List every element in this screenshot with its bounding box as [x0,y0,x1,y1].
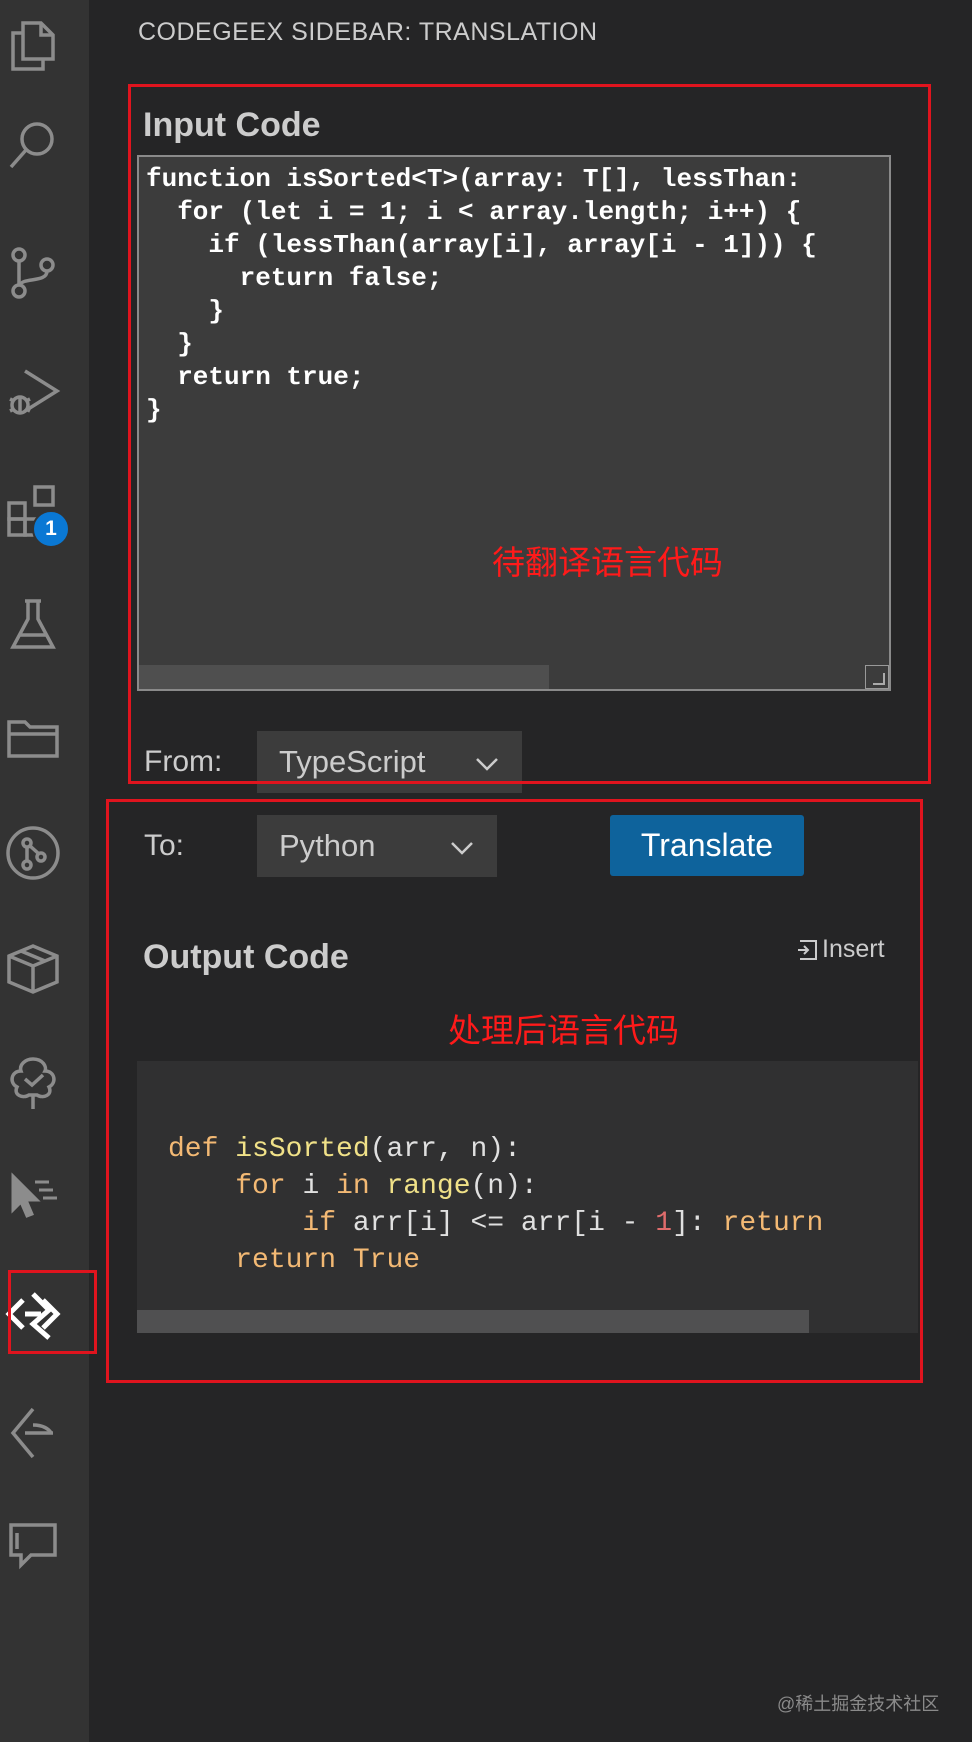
output-horizontal-scrollbar[interactable] [137,1310,809,1333]
run-debug-icon[interactable] [0,360,66,426]
watermark: @稀土掘金技术社区 [777,1694,940,1714]
output-code-text: def isSorted(arr, n): for i in range(n):… [168,1134,824,1276]
chat-icon[interactable] [0,1512,66,1578]
chevron-down-icon [476,758,498,771]
codegeex-icon[interactable] [0,1281,66,1347]
to-language-select[interactable]: Python [257,815,497,877]
from-language-value: TypeScript [279,744,426,779]
translate-button[interactable]: Translate [610,815,804,876]
tree-icon[interactable] [0,1050,66,1116]
input-annotation: 待翻译语言代码 [492,544,723,581]
cursor-icon[interactable] [0,1165,66,1231]
input-code-heading: Input Code [143,106,321,144]
to-language-value: Python [279,828,376,863]
resize-handle-icon[interactable] [865,665,889,689]
input-code-text: function isSorted<T>(array: T[], lessTha… [146,164,817,425]
input-horizontal-scrollbar[interactable] [139,665,549,689]
insert-button[interactable]: Insert [796,935,885,964]
insert-icon [798,939,817,960]
output-code-heading: Output Code [143,938,349,976]
insert-label: Insert [822,935,885,963]
explorer-icon[interactable] [0,12,66,78]
input-code-textarea[interactable]: function isSorted<T>(array: T[], lessTha… [137,155,891,691]
sidebar-title: CODEGEEX SIDEBAR: TRANSLATION [138,18,598,46]
extensions-badge: 1 [32,510,70,548]
chevron-down-icon [451,842,473,855]
output-annotation: 处理后语言代码 [448,1012,679,1049]
testing-icon[interactable] [0,592,66,658]
git-graph-icon[interactable] [0,820,66,886]
from-label: From: [144,745,223,778]
lens-icon[interactable] [0,1400,66,1466]
activity-bar: 1 [0,0,89,1742]
folder-icon[interactable] [0,705,66,771]
search-icon[interactable] [0,112,66,178]
output-code-block[interactable]: def isSorted(arr, n): for i in range(n):… [137,1061,918,1333]
from-language-select[interactable]: TypeScript [257,731,522,793]
package-icon[interactable] [0,935,66,1001]
to-label: To: [144,829,185,862]
source-control-icon[interactable] [0,240,66,306]
